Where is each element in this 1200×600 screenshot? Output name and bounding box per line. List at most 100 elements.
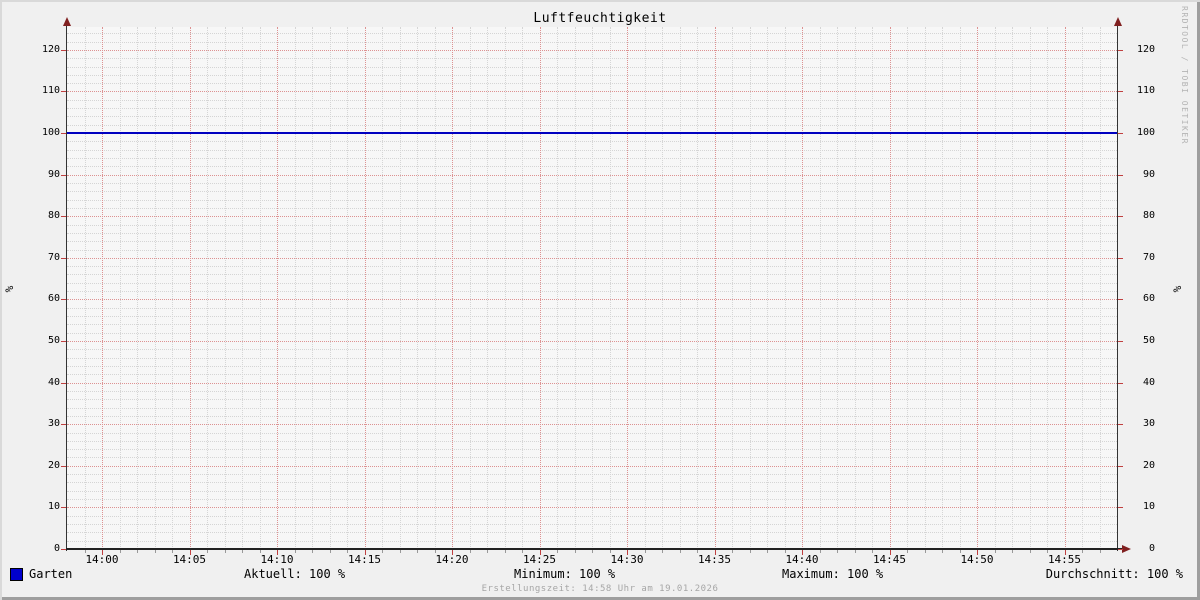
y-axis-tick-label-right: 0 <box>1148 543 1155 554</box>
gridline-minor-v <box>609 27 611 549</box>
x-axis-tick-label: 14:50 <box>960 553 994 566</box>
x-axis-minor-tick <box>487 550 488 553</box>
gridline-major-h <box>67 216 1117 218</box>
gridline-minor-v <box>242 27 243 549</box>
x-axis-minor-tick <box>399 550 401 553</box>
x-axis-minor-tick <box>1012 550 1013 553</box>
x-axis-minor-tick <box>312 550 313 553</box>
y-axis-tick-label-right: 90 <box>1142 168 1155 180</box>
gridline-major-v <box>277 27 278 549</box>
y-axis-major-tick-left <box>61 507 66 509</box>
gridline-major-v <box>539 27 541 549</box>
data-line-garten <box>67 132 1117 135</box>
y-axis-tick-label-right: 70 <box>1142 251 1155 263</box>
x-axis-minor-tick <box>1029 550 1031 553</box>
y-axis-tick-label-left: 0 <box>53 543 60 554</box>
x-axis-tick-label: 14:30 <box>610 553 644 566</box>
y-axis-tick-label-left: 10 <box>47 501 60 513</box>
gridline-minor-v <box>522 27 523 549</box>
gridline-major-h <box>67 341 1117 343</box>
y-axis-major-tick-left <box>61 257 66 259</box>
x-axis-tick-label: 14:20 <box>435 553 469 566</box>
gridline-minor-v <box>872 27 873 549</box>
y-axis-right-arrow-icon <box>1114 17 1122 26</box>
gridline-minor-v <box>767 27 768 549</box>
gridline-major-h <box>67 174 1117 176</box>
gridline-major-h <box>67 49 1117 51</box>
x-axis-tick-label: 14:45 <box>872 553 907 566</box>
x-axis-minor-tick <box>819 550 821 553</box>
gridline-major-h <box>67 299 1117 301</box>
y-axis-major-tick-left <box>61 174 66 176</box>
y-axis-tick-label-left: 40 <box>47 376 60 388</box>
gridline-minor-v <box>434 27 436 549</box>
gridline-major-h <box>67 257 1117 259</box>
rrdtool-watermark: RRDTOOL / TOBI OETIKER <box>1180 6 1189 145</box>
gridline-minor-v <box>1082 27 1083 549</box>
gridline-minor-v <box>382 27 383 549</box>
gridline-major-h <box>67 465 1117 467</box>
x-axis-minor-tick <box>732 550 733 553</box>
gridline-minor-v <box>312 27 313 549</box>
x-axis-minor-tick <box>907 550 908 553</box>
x-axis-minor-tick <box>207 550 208 553</box>
gridline-major-v <box>627 27 628 549</box>
y-axis-major-tick-left <box>61 382 66 384</box>
y-axis-major-tick-left <box>61 299 66 301</box>
y-axis-tick-label-left: 100 <box>41 127 60 139</box>
y-axis-major-tick-left <box>61 216 66 218</box>
y-axis-tick-label-left: 20 <box>47 459 60 471</box>
y-axis-tick-label-right: 100 <box>1136 127 1155 139</box>
gridline-minor-v <box>574 27 576 549</box>
x-axis-minor-tick <box>592 550 593 553</box>
y-axis-tick-label-left: 50 <box>47 335 60 347</box>
gridline-minor-v <box>959 27 961 549</box>
x-axis-minor-tick <box>417 550 418 553</box>
x-axis-minor-tick <box>469 550 471 553</box>
x-axis-minor-tick <box>382 550 383 553</box>
x-axis-minor-tick <box>749 550 751 553</box>
x-axis-tick-label: 14:25 <box>522 553 557 566</box>
gridline-minor-v <box>329 27 331 549</box>
y-axis-major-tick-left <box>61 49 66 51</box>
gridline-minor-v <box>504 27 506 549</box>
y-axis-tick-label-right: 110 <box>1136 85 1155 97</box>
y-axis-major-tick-left <box>61 465 66 467</box>
rrdtool-graph: Luftfeuchtigkeit RRDTOOL / TOBI OETIKER … <box>0 0 1200 600</box>
gridline-minor-v <box>854 27 856 549</box>
gridline-major-v <box>714 27 716 549</box>
gridline-major-h <box>67 507 1117 509</box>
gridline-minor-v <box>224 27 226 549</box>
x-axis-minor-tick <box>644 550 646 553</box>
gridline-minor-v <box>837 27 838 549</box>
x-axis-minor-tick <box>504 550 506 553</box>
x-axis-minor-tick <box>679 550 681 553</box>
gridline-minor-v <box>924 27 926 549</box>
gridline-minor-v <box>1012 27 1013 549</box>
creation-time-footer: Erstellungszeit: 14:58 Uhr am 19.01.2026 <box>481 584 719 594</box>
x-axis-tick-label: 14:10 <box>260 553 294 566</box>
y-axis-tick-label-right: 30 <box>1142 418 1155 430</box>
y-axis-major-tick-left <box>61 424 66 426</box>
gridline-minor-v <box>732 27 733 549</box>
y-axis-right-line <box>1117 24 1118 551</box>
gridline-major-v <box>889 27 891 549</box>
gridline-major-v <box>364 27 366 549</box>
gridline-minor-v <box>644 27 646 549</box>
gridline-minor-v <box>84 27 86 549</box>
y-axis-major-tick-left <box>61 341 66 343</box>
gridline-major-h <box>67 91 1117 93</box>
gridline-minor-v <box>1099 27 1101 549</box>
y-axis-tick-label-left: 120 <box>41 43 60 55</box>
x-axis-tick-label: 14:05 <box>172 553 207 566</box>
y-axis-tick-label-left: 80 <box>47 210 60 222</box>
x-axis-minor-tick <box>994 550 996 553</box>
y-axis-tick-label-left: 60 <box>47 293 60 305</box>
x-axis-minor-tick <box>294 550 296 553</box>
gridline-minor-v <box>1047 27 1048 549</box>
gridline-minor-v <box>1029 27 1031 549</box>
y-axis-major-tick-left <box>61 91 66 93</box>
x-axis-minor-tick <box>767 550 768 553</box>
x-axis-minor-tick <box>242 550 243 553</box>
stat-minimum: Minimum: 100 % <box>514 567 616 581</box>
